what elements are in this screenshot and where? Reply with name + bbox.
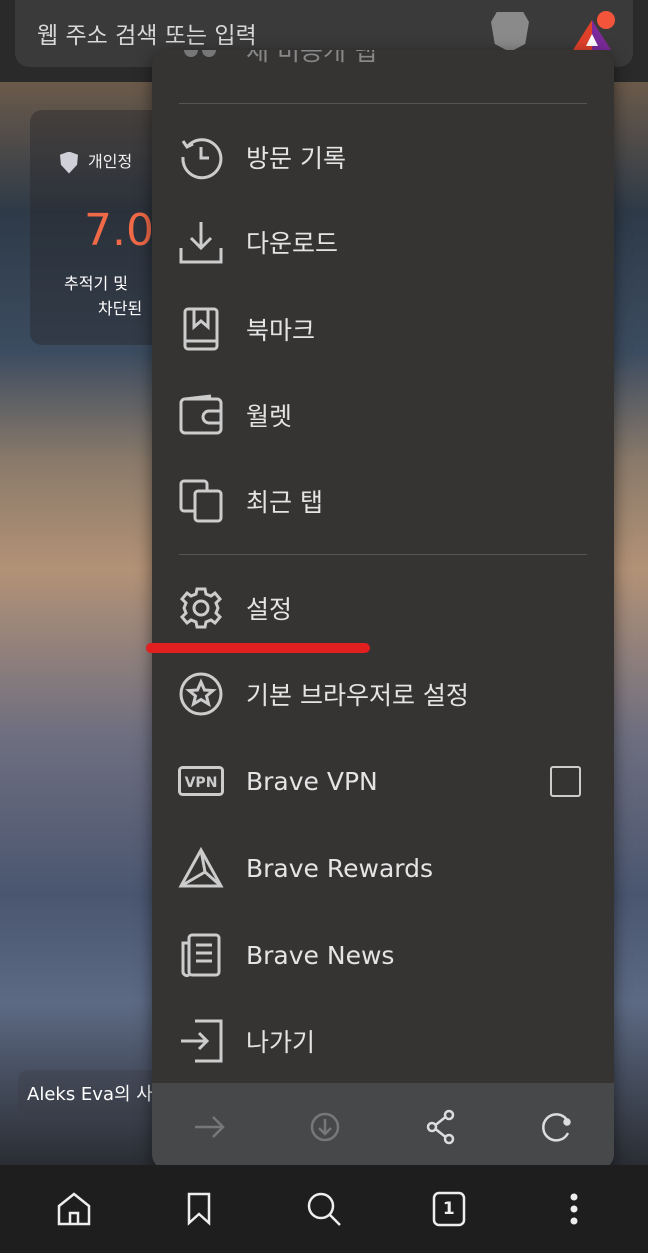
menu-item-new-private-tab[interactable]: 새 비공개 탭 xyxy=(152,50,614,93)
stat-value: 7.0 xyxy=(84,205,154,256)
highlight-underline xyxy=(146,643,370,653)
menu-item-bookmarks[interactable]: 북마크 xyxy=(152,286,614,372)
stat-caption-2: 차단된 xyxy=(98,299,143,318)
overflow-menu: 새 비공개 탭 방문 기록 다운로드 북마크 월렛 최근 탭 설정 기본 브라우… xyxy=(152,50,614,1170)
menu-item-settings[interactable]: 설정 xyxy=(152,565,614,651)
exit-icon xyxy=(178,1018,224,1064)
menu-label: 방문 기록 xyxy=(246,144,346,173)
history-icon xyxy=(178,134,224,180)
wallet-icon xyxy=(178,392,224,438)
address-input[interactable]: 웹 주소 검색 또는 입력 xyxy=(37,16,257,50)
tab-count: 1 xyxy=(442,1199,455,1219)
download-icon xyxy=(178,219,224,265)
menu-label: 북마크 xyxy=(246,316,316,345)
privacy-label-text: 개인정 xyxy=(88,152,133,171)
menu-item-brave-vpn[interactable]: VPN Brave VPN xyxy=(152,738,614,824)
forward-icon[interactable] xyxy=(187,1104,233,1150)
menu-label: 나가기 xyxy=(246,1028,316,1057)
menu-item-brave-rewards[interactable]: Brave Rewards xyxy=(152,825,614,911)
menu-label: 새 비공개 탭 xyxy=(246,50,377,66)
menu-item-exit[interactable]: 나가기 xyxy=(152,998,614,1084)
menu-item-wallet[interactable]: 월렛 xyxy=(152,372,614,458)
recent-tabs-icon xyxy=(178,478,224,524)
rewards-triangle-icon xyxy=(178,845,224,891)
search-icon[interactable] xyxy=(300,1185,348,1233)
menu-item-set-default-browser[interactable]: 기본 브라우저로 설정 xyxy=(152,651,614,737)
bookmark-icon[interactable] xyxy=(175,1185,223,1233)
menu-label: Brave VPN xyxy=(246,766,378,796)
vpn-icon-text: VPN xyxy=(185,775,218,791)
menu-divider xyxy=(179,554,587,555)
bottom-navigation: 1 xyxy=(0,1165,648,1253)
privacy-stats-label: 개인정 xyxy=(60,148,132,174)
menu-item-downloads[interactable]: 다운로드 xyxy=(152,199,614,285)
brave-rewards-icon[interactable] xyxy=(571,11,615,52)
menu-item-recent-tabs[interactable]: 최근 탭 xyxy=(152,458,614,544)
menu-divider xyxy=(179,103,587,104)
bookmark-book-icon xyxy=(178,306,224,352)
menu-label: 기본 브라우저로 설정 xyxy=(246,681,469,710)
menu-label: Brave News xyxy=(246,940,395,970)
photo-credit[interactable]: Aleks Eva의 사 xyxy=(18,1070,158,1116)
stat-caption-1: 추적기 및 xyxy=(64,274,128,293)
download-page-icon[interactable] xyxy=(302,1104,348,1150)
menu-item-history[interactable]: 방문 기록 xyxy=(152,114,614,200)
menu-label: 설정 xyxy=(246,595,293,624)
menu-action-bar xyxy=(152,1083,614,1170)
menu-label: Brave Rewards xyxy=(246,853,433,883)
shield-check-icon xyxy=(60,151,78,174)
news-icon xyxy=(178,932,224,978)
menu-label: 최근 탭 xyxy=(246,488,323,517)
vpn-icon: VPN xyxy=(178,758,224,804)
more-icon[interactable] xyxy=(550,1185,598,1233)
reload-icon[interactable] xyxy=(533,1104,579,1150)
home-icon[interactable] xyxy=(50,1185,98,1233)
private-tab-icon xyxy=(178,50,224,73)
menu-label: 다운로드 xyxy=(246,229,339,258)
menu-label: 월렛 xyxy=(246,402,293,431)
menu-item-brave-news[interactable]: Brave News xyxy=(152,912,614,998)
share-icon[interactable] xyxy=(418,1104,464,1150)
star-circle-icon xyxy=(178,671,224,717)
vpn-checkbox[interactable] xyxy=(550,765,581,797)
gear-icon xyxy=(178,585,224,631)
tabs-icon[interactable]: 1 xyxy=(425,1185,473,1233)
